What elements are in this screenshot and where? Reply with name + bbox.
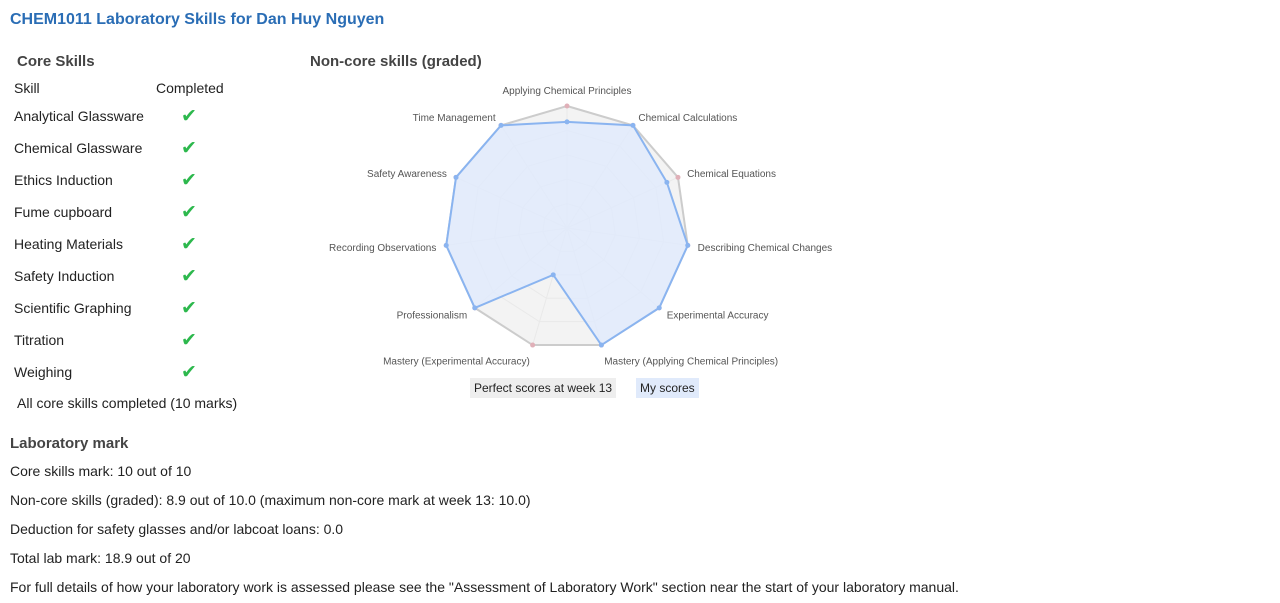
table-row: Chemical Glassware ✔ (14, 138, 234, 172)
legend-item-my-scores[interactable]: My scores (636, 378, 699, 398)
axis-label: Experimental Accuracy (667, 310, 769, 321)
table-row: Weighing ✔ (14, 362, 234, 396)
skill-name: Weighing (14, 364, 73, 380)
axis-label: Professionalism (397, 310, 468, 321)
data-point-mine (664, 179, 670, 185)
data-point-perfect (675, 174, 681, 180)
core-skills-mark: Core skills mark: 10 out of 10 (10, 463, 192, 479)
table-row: Fume cupboard ✔ (14, 202, 234, 236)
table-row: Safety Induction ✔ (14, 266, 234, 300)
axis-label: Chemical Equations (687, 169, 776, 180)
laboratory-mark-title: Laboratory mark (10, 435, 129, 452)
check-icon: ✔ (181, 106, 197, 127)
skill-name: Analytical Glassware (14, 108, 144, 124)
data-point-mine (498, 122, 504, 128)
skill-name: Heating Materials (14, 236, 123, 252)
noncore-skills-mark: Non-core skills (graded): 8.9 out of 10.… (10, 492, 531, 508)
check-icon: ✔ (181, 170, 197, 191)
deduction-line: Deduction for safety glasses and/or labc… (10, 521, 344, 537)
check-icon: ✔ (181, 330, 197, 351)
skill-name: Safety Induction (14, 268, 115, 284)
axis-label: Chemical Calculations (638, 113, 737, 124)
noncore-skills-title: Non-core skills (graded) (310, 53, 482, 70)
data-point-mine (472, 305, 478, 311)
table-row: Analytical Glassware ✔ (14, 106, 234, 140)
axis-label: Describing Chemical Changes (698, 243, 833, 254)
data-point-mine (564, 119, 570, 125)
column-header-completed: Completed (156, 80, 224, 96)
check-icon: ✔ (181, 298, 197, 319)
table-row: Ethics Induction ✔ (14, 170, 234, 204)
table-row: Scientific Graphing ✔ (14, 298, 234, 332)
radar-chart-svg: Applying Chemical Principles Chemical Cal… (329, 86, 833, 368)
core-skills-summary: All core skills completed (10 marks) (17, 395, 238, 411)
axis-label: Applying Chemical Principles (503, 86, 632, 97)
table-row: Heating Materials ✔ (14, 234, 234, 268)
data-point-perfect (530, 342, 536, 348)
skill-name: Titration (14, 332, 65, 348)
data-point-mine (656, 305, 662, 311)
assessment-details-note: For full details of how your laboratory … (10, 579, 959, 595)
total-lab-mark: Total lab mark: 18.9 out of 20 (10, 550, 191, 566)
page-title: CHEM1011 Laboratory Skills for Dan Huy N… (10, 11, 385, 28)
skill-name: Ethics Induction (14, 172, 113, 188)
legend-item-perfect-scores[interactable]: Perfect scores at week 13 (470, 378, 617, 398)
skill-name: Scientific Graphing (14, 300, 132, 316)
column-header-skill: Skill (14, 80, 40, 96)
axis-label: Mastery (Applying Chemical Principles) (604, 357, 778, 368)
check-icon: ✔ (181, 234, 197, 255)
data-point-mine (443, 242, 449, 248)
data-point-mine (453, 174, 459, 180)
core-skills-title: Core Skills (17, 53, 95, 70)
axis-label: Safety Awareness (367, 169, 447, 180)
check-icon: ✔ (181, 266, 197, 287)
check-icon: ✔ (181, 138, 197, 159)
data-point-mine (550, 272, 556, 278)
axis-label: Time Management (413, 113, 496, 124)
table-row: Titration ✔ (14, 330, 234, 364)
skill-name: Fume cupboard (14, 204, 113, 220)
data-point-mine (598, 342, 604, 348)
axis-label: Recording Observations (329, 243, 436, 254)
check-icon: ✔ (181, 202, 197, 223)
radar-chart: Applying Chemical Principles Chemical Cal… (300, 80, 860, 370)
data-point-mine (630, 122, 636, 128)
axis-label: Mastery (Experimental Accuracy) (383, 357, 530, 368)
data-point-mine (685, 242, 691, 248)
skill-name: Chemical Glassware (14, 140, 143, 156)
data-point-perfect (564, 103, 570, 109)
check-icon: ✔ (181, 362, 197, 383)
